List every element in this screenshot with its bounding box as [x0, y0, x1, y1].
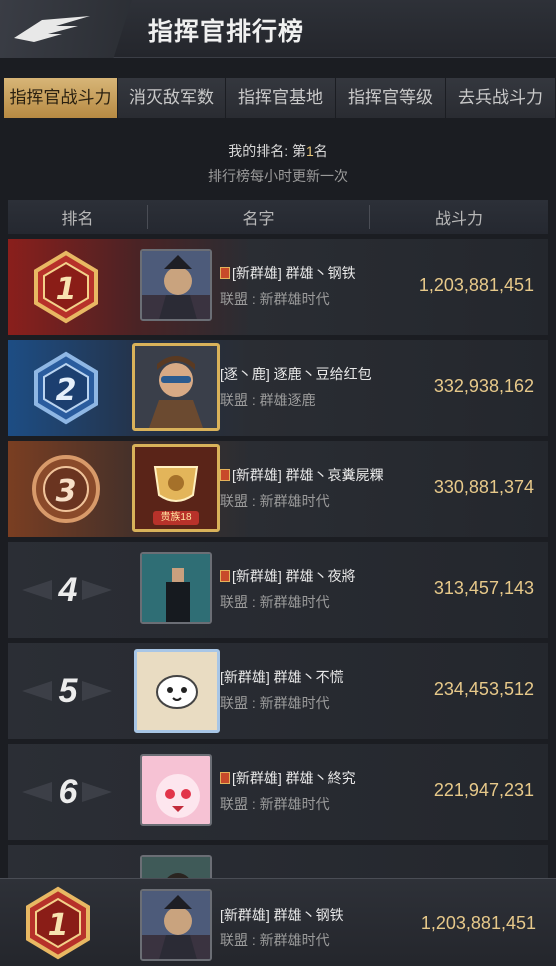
- rank-number: 3: [56, 474, 77, 509]
- alliance-name: 联盟 : 新群雄时代: [220, 932, 330, 948]
- power-value: 1,203,881,451: [420, 913, 536, 933]
- alliance-name: 联盟 : 新群雄时代: [220, 796, 330, 812]
- table-row[interactable]: 3 贵族18 [新群雄] 群雄丶哀糞屍粿 联盟 : 新群雄时代 330,881,…: [8, 441, 548, 537]
- my-rank-number: 1: [305, 143, 314, 159]
- my-rank-bar: 1 [新群雄] 群雄丶钢铁 联盟 : 新群雄时代 1,203,881,451: [0, 878, 556, 966]
- rank-number: 4: [58, 571, 78, 609]
- alliance-name: 联盟 : 新群雄时代: [220, 291, 330, 307]
- avatar[interactable]: [140, 889, 212, 961]
- avatar[interactable]: [132, 343, 220, 431]
- nation-flag-icon: [220, 570, 230, 582]
- power-value: 221,947,231: [433, 780, 534, 800]
- nation-flag-icon: [220, 469, 230, 481]
- rank-badge-bronze-icon: 3: [32, 455, 100, 523]
- table-row[interactable]: 2 [逐丶鹿] 逐鹿丶豆给红包 联盟 : 群雄逐鹿 332,938,162: [8, 340, 548, 436]
- alliance-name: 联盟 : 群雄逐鹿: [220, 392, 316, 408]
- player-name: [新群雄] 群雄丶哀糞屍粿: [220, 465, 384, 485]
- rank-number: 6: [58, 773, 78, 811]
- power-value: 313,457,143: [433, 578, 534, 598]
- tab-enemies-killed[interactable]: 消灭敌军数: [118, 78, 226, 118]
- column-header: 排名 名字 战斗力: [8, 200, 548, 234]
- header-bar: 指挥官排行榜: [0, 0, 556, 58]
- table-row[interactable]: 5 [新群雄] 群雄丶不慌 联盟 : 新群雄时代 234,453,512: [8, 643, 548, 739]
- alliance-name: 联盟 : 新群雄时代: [220, 493, 330, 509]
- nation-flag-icon: [220, 267, 230, 279]
- alliance-name: 联盟 : 新群雄时代: [220, 594, 330, 610]
- tab-bar: 指挥官战斗力 消灭敌军数 指挥官基地 指挥官等级 去兵战斗力: [4, 78, 556, 118]
- player-name: [新群雄] 群雄丶夜將: [220, 566, 356, 586]
- rank-number: 5: [58, 672, 78, 710]
- page-title: 指挥官排行榜: [148, 18, 305, 46]
- table-row[interactable]: 6 [新群雄] 群雄丶終究 联盟 : 新群雄时代 221,947,231: [8, 744, 548, 840]
- rank-number: 2: [56, 373, 77, 408]
- alliance-name: 联盟 : 新群雄时代: [220, 695, 330, 711]
- table-row[interactable]: 1 [新群雄] 群雄丶钢铁 联盟 : 新群雄时代 1,203,881,451: [8, 239, 548, 335]
- table-row[interactable]: 4 [新群雄] 群雄丶夜將 联盟 : 新群雄时代 313,457,143: [8, 542, 548, 638]
- rank-badge-gold-icon: 1: [26, 886, 90, 960]
- table-row-partial[interactable]: [8, 845, 548, 895]
- rank-number: 1: [48, 908, 69, 943]
- power-value: 330,881,374: [433, 477, 534, 497]
- player-name: [逐丶鹿] 逐鹿丶豆给红包: [220, 366, 372, 382]
- avatar[interactable]: [140, 754, 212, 826]
- column-name: 名字: [148, 205, 370, 229]
- nation-flag-icon: [220, 772, 230, 784]
- player-name: [新群雄] 群雄丶終究: [220, 768, 356, 788]
- my-rank-prefix: 我的排名: 第: [228, 143, 306, 159]
- avatar[interactable]: [140, 249, 212, 321]
- tab-commander-base[interactable]: 指挥官基地: [226, 78, 336, 118]
- rank-number: 1: [56, 272, 77, 307]
- my-rank-suffix: 名: [313, 143, 328, 159]
- power-value: 332,938,162: [433, 376, 534, 396]
- avatar[interactable]: 贵族18: [132, 444, 220, 532]
- tab-troop-power[interactable]: 去兵战斗力: [446, 78, 556, 118]
- update-note: 排行榜每小时更新一次: [208, 168, 348, 184]
- avatar[interactable]: [140, 552, 212, 624]
- player-name: [新群雄] 群雄丶钢铁: [220, 907, 344, 923]
- my-rank-text: 我的排名: 第1名: [0, 141, 556, 161]
- tab-commander-power[interactable]: 指挥官战斗力: [4, 78, 118, 118]
- wing-logo-icon: [14, 16, 90, 42]
- rank-badge-blue-icon: 2: [34, 351, 98, 425]
- player-name: [新群雄] 群雄丶不慌: [220, 669, 344, 685]
- back-button[interactable]: [0, 0, 132, 58]
- tab-commander-level[interactable]: 指挥官等级: [336, 78, 446, 118]
- power-value: 234,453,512: [433, 679, 534, 699]
- noble-frame-label: 贵族18: [160, 512, 192, 523]
- power-value: 1,203,881,451: [418, 275, 534, 295]
- avatar[interactable]: [134, 649, 220, 733]
- column-power: 战斗力: [434, 211, 483, 228]
- player-name: [新群雄] 群雄丶钢铁: [220, 263, 356, 283]
- column-rank: 排名: [8, 205, 148, 229]
- rank-badge-gold-icon: 1: [34, 250, 98, 324]
